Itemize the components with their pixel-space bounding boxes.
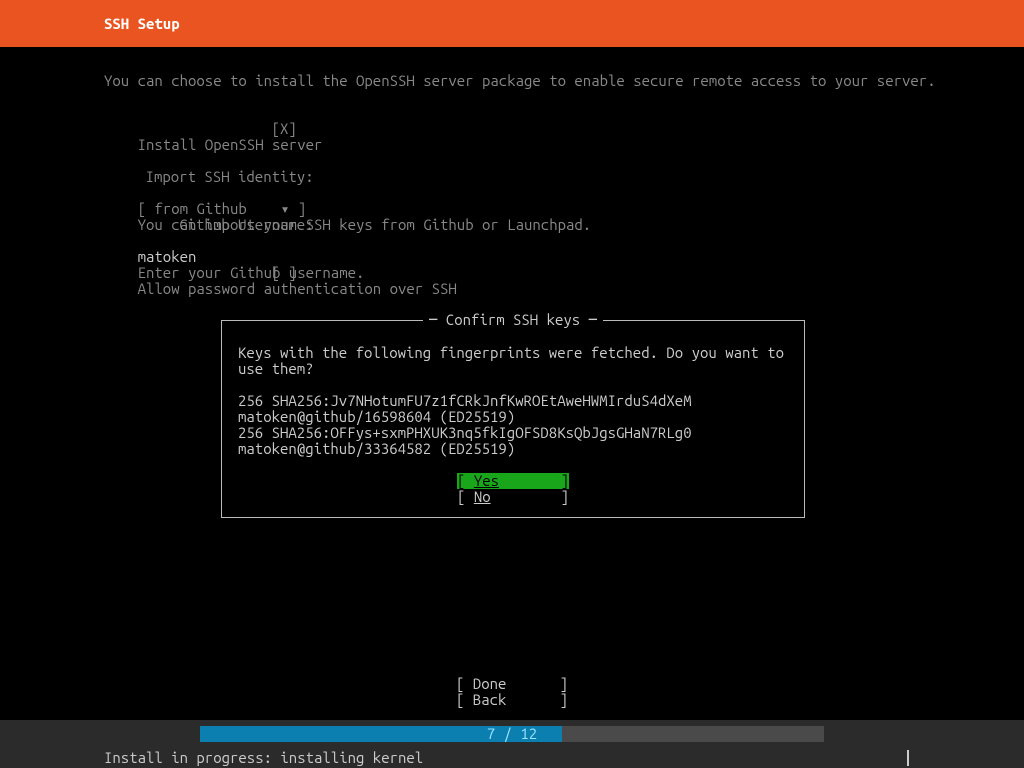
fingerprint-line: matoken@github/16598604 (ED25519) — [238, 409, 788, 425]
status-text: Install in progress: installing kernel — [104, 749, 423, 766]
page-title: SSH Setup — [104, 16, 180, 32]
fingerprint-line: 256 SHA256:OFFys+sxmPHXUK3nq5fkIgOFSD8Ks… — [238, 425, 788, 441]
progress-bar: 7 / 12 — [200, 726, 824, 742]
progress-text: 7 / 12 — [200, 726, 824, 742]
installer-header: SSH Setup — [0, 0, 1024, 47]
allow-password-checkbox[interactable]: [ ] — [138, 265, 314, 281]
confirm-ssh-keys-dialog: ─ Confirm SSH keys ─ Keys with the follo… — [221, 320, 805, 518]
intro-text: You can choose to install the OpenSSH se… — [104, 73, 1024, 89]
cursor-icon — [904, 750, 912, 766]
back-button[interactable]: [ Back ] — [456, 692, 568, 708]
install-openssh-label: Install OpenSSH server — [138, 137, 323, 153]
install-openssh-checkbox[interactable]: [X] — [138, 121, 314, 137]
yes-button[interactable]: [ Yes ] — [457, 473, 569, 489]
import-identity-select[interactable]: [ from Github ▾ ] — [138, 201, 307, 217]
no-button[interactable]: [ No ] — [457, 489, 569, 505]
allow-password-label: Allow password authentication over SSH — [138, 281, 457, 297]
done-button[interactable]: [ Done ] — [456, 676, 568, 692]
installer-body: You can choose to install the OpenSSH se… — [0, 47, 1024, 720]
github-username-label: Github Username: — [138, 217, 314, 233]
installer-footer: 7 / 12 Install in progress: installing k… — [0, 720, 1024, 768]
bottom-nav: [ Done ] [ Back ] — [0, 676, 1024, 708]
fingerprint-line: 256 SHA256:Jv7NHotumFU7z1fCRkJnfKwROEtAw… — [238, 393, 788, 409]
import-identity-label: Import SSH identity: — [138, 169, 314, 185]
fingerprint-line: matoken@github/33364582 (ED25519) — [238, 441, 788, 457]
dialog-message: Keys with the following fingerprints wer… — [238, 345, 788, 377]
dialog-title: ─ Confirm SSH keys ─ — [423, 312, 603, 328]
